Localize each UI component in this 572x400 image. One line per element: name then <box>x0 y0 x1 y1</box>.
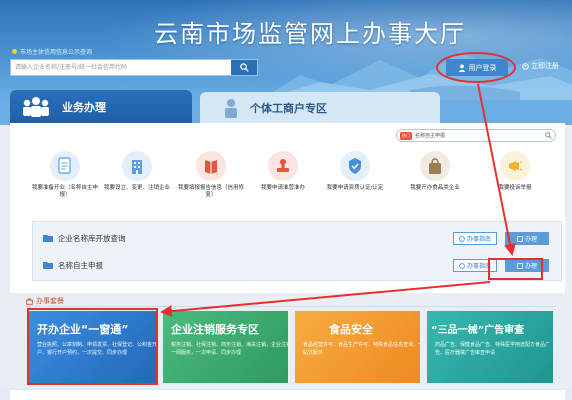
do-button-highlight-box <box>488 258 543 280</box>
service-icon-row: 我要准备开业（名称自主申报） 我要设立、变更、注销企业 我要填报报告信息（信用修… <box>10 151 565 219</box>
quick-service-list: 企业名称库开放查询 办事指南 办理 名称自主申报 办事指南 办理 <box>32 221 562 281</box>
card-title: 企业注销服务专区 <box>171 323 259 336</box>
section-divider <box>26 306 556 307</box>
package-icon <box>26 297 33 305</box>
list-row-label: 企业名称库开放查询 <box>58 233 126 243</box>
service-search[interactable]: 热门 名称自主申报 <box>396 129 556 142</box>
search-button[interactable] <box>231 60 257 75</box>
card-title: 食品安全 <box>329 323 373 336</box>
tab-individual-business[interactable]: 个体工商户专区 <box>200 92 440 123</box>
list-row-label: 名称自主申报 <box>58 260 103 270</box>
building-icon <box>122 151 152 181</box>
person-icon <box>225 98 237 118</box>
package-section-title: 办事套餐 <box>26 296 64 306</box>
service-search-value: 名称自主申报 <box>415 133 446 139</box>
tab-business[interactable]: 业务办理 <box>10 90 192 123</box>
tab-business-label: 业务办理 <box>62 100 106 114</box>
stamp-icon <box>268 151 298 181</box>
header-banner: 云南市场监管网上办事大厅 市场主体信用信息公示查询 用户登录 <box>0 0 572 100</box>
search-icon <box>239 63 249 72</box>
do-button-name-library[interactable]: 办理 <box>505 232 549 245</box>
register-link[interactable]: 立即注册 <box>522 61 559 71</box>
business-panel: 热门 名称自主申报 我要准备开业（名称自主申报） 我要设立、变更、注销企业 我要… <box>10 123 565 293</box>
service-label: 我要开办食品类企业 <box>410 185 460 191</box>
card-ad-review[interactable]: “三品一械”广告审查 药品广告、保健食品广告、特殊医学用途配方食品广告、医疗器械… <box>427 311 553 383</box>
search-icon[interactable] <box>545 132 552 139</box>
search-hint: 市场主体信用信息公示查询 <box>12 47 92 56</box>
card-title: “三品一械”广告审查 <box>431 325 525 336</box>
card-desc: 税务注销、社保注销、商务注销、海关注销，企业注销一网服务，一次申请、同步办理 <box>171 342 288 356</box>
guide-label: 办事指南 <box>466 236 491 243</box>
search-hint-text: 市场主体信用信息公示查询 <box>20 49 93 56</box>
card-deregistration[interactable]: 企业注销服务专区 税务注销、社保注销、商务注销、海关注销，企业注销一网服务，一次… <box>163 311 288 383</box>
service-item-complaint[interactable]: 我要投诉举报 <box>480 151 550 192</box>
site-title: 云南市场监管网上办事大厅 <box>154 20 466 48</box>
shield-check-icon <box>340 151 370 181</box>
service-label: 我要填报报告信息（信用修复） <box>177 185 244 198</box>
service-label: 我要准备开业（名称自主申报） <box>31 185 98 198</box>
guide-button-name-library[interactable]: 办事指南 <box>453 232 497 245</box>
register-icon <box>522 62 529 70</box>
service-item-setup-enterprise[interactable]: 我要设立、变更、注销企业 <box>102 151 172 192</box>
book-icon <box>196 151 226 181</box>
handle-icon <box>517 235 523 242</box>
folder-icon <box>43 262 53 269</box>
card-highlight-box <box>27 308 158 385</box>
folder-icon <box>43 235 53 242</box>
bag-icon <box>420 151 450 181</box>
guide-icon <box>459 262 465 269</box>
guide-icon <box>459 235 465 242</box>
package-section-label: 办事套餐 <box>36 297 64 305</box>
card-desc: 药品广告、保健食品广告、特殊医学用途配方食品广告、医疗器械广告审查申请 <box>435 342 551 356</box>
do-label: 办理 <box>524 236 537 243</box>
service-item-report-info[interactable]: 我要填报报告信息（信用修复） <box>176 151 246 199</box>
search-input[interactable] <box>11 60 231 75</box>
hot-tag: 热门 <box>400 131 412 140</box>
document-icon <box>50 151 80 181</box>
page: 云南市场监管网上办事大厅 市场主体信用信息公示查询 用户登录 <box>0 0 572 400</box>
service-item-certification[interactable]: 我要申请资质认证/认定 <box>320 151 390 192</box>
register-label: 立即注册 <box>531 62 559 70</box>
service-item-open-business[interactable]: 我要准备开业（名称自主申报） <box>30 151 100 199</box>
megaphone-icon <box>500 151 530 181</box>
service-label: 我要设立、变更、注销企业 <box>103 185 170 191</box>
service-label: 我要投诉举报 <box>498 185 532 191</box>
bottom-panel-edge <box>10 390 565 400</box>
users-group-icon <box>23 96 49 117</box>
service-item-permit[interactable]: 我要申请准营准办 <box>248 151 318 192</box>
service-item-food-enterprise[interactable]: 我要开办食品类企业 <box>400 151 470 192</box>
service-label: 我要申请资质认证/认定 <box>326 185 384 191</box>
search-box <box>10 59 258 76</box>
card-desc: 食品经营许可、食品生产许可、特殊食品信息查询，一站式服务 <box>303 342 420 356</box>
service-label: 我要申请准营准办 <box>260 185 305 191</box>
tab-individual-label: 个体工商户专区 <box>250 101 327 115</box>
login-highlight-ellipse <box>436 52 516 83</box>
hint-dot-icon <box>12 49 17 54</box>
card-food-safety[interactable]: 食品安全 食品经营许可、食品生产许可、特殊食品信息查询，一站式服务 <box>295 311 420 383</box>
